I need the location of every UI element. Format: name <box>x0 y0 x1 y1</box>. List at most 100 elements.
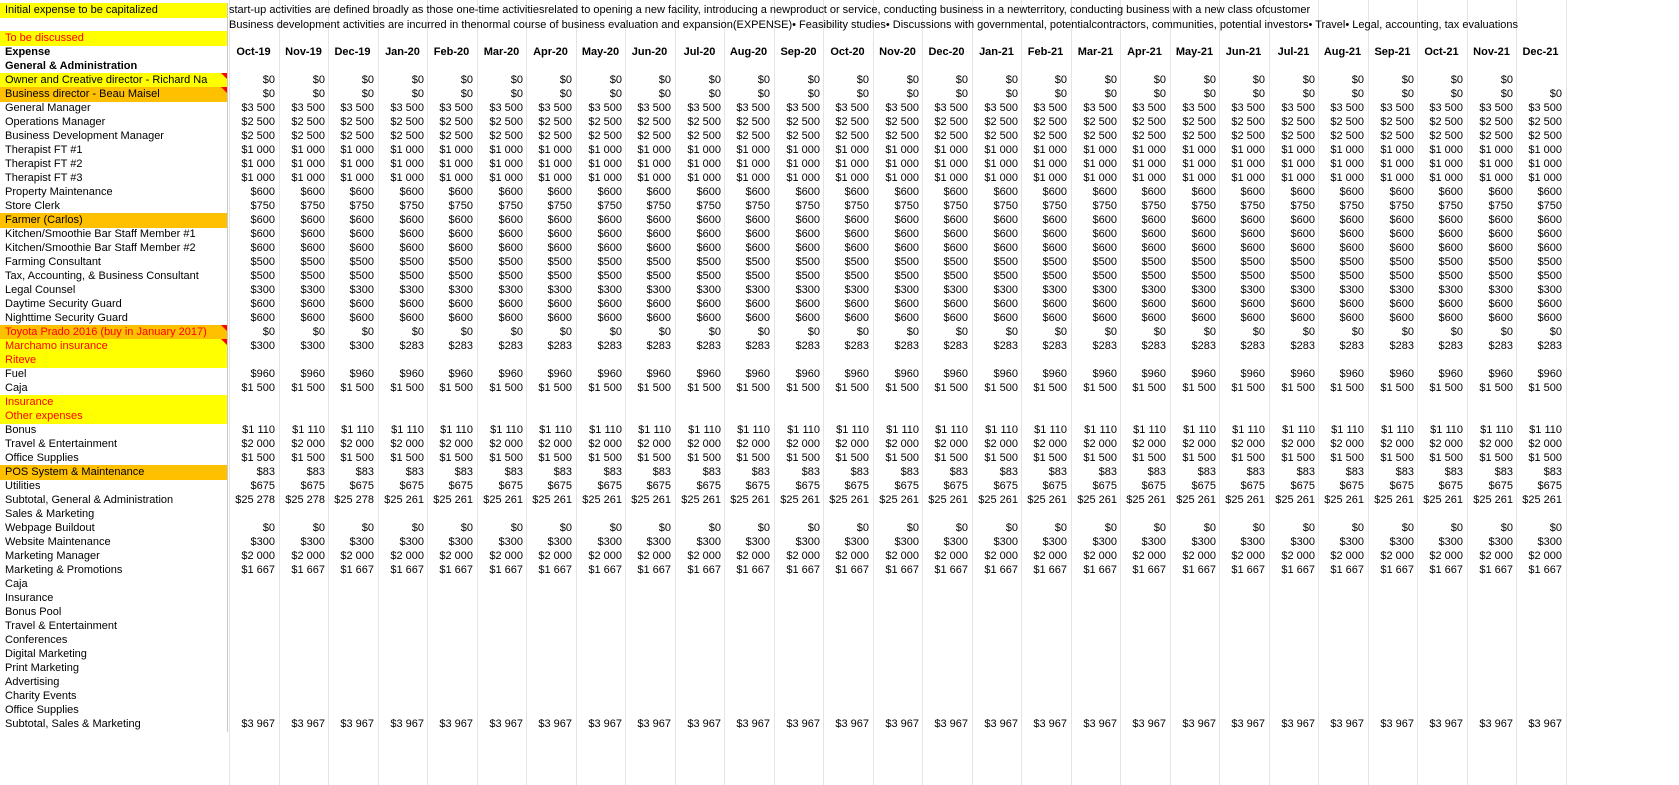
value-cell[interactable]: $750 <box>625 199 674 214</box>
value-cell[interactable]: $300 <box>1467 535 1516 550</box>
value-cell[interactable]: $500 <box>378 255 427 270</box>
value-cell[interactable]: $25 261 <box>1219 493 1268 508</box>
value-cell[interactable]: $960 <box>675 367 724 382</box>
value-cell[interactable]: $600 <box>625 241 674 256</box>
value-cell[interactable]: $500 <box>724 269 773 284</box>
value-cell[interactable]: $1 110 <box>1417 423 1466 438</box>
row-label-bonus-pool[interactable]: Bonus Pool <box>0 605 228 620</box>
value-cell[interactable]: $1 000 <box>922 171 971 186</box>
value-cell[interactable]: $0 <box>378 521 427 536</box>
value-cell[interactable]: $25 261 <box>477 493 526 508</box>
value-cell[interactable]: $0 <box>279 325 328 340</box>
value-cell[interactable]: $500 <box>1170 269 1219 284</box>
value-cell[interactable]: $600 <box>576 297 625 312</box>
value-cell[interactable]: $1 110 <box>675 423 724 438</box>
value-cell[interactable]: $1 000 <box>328 143 377 158</box>
value-cell[interactable]: $1 000 <box>477 143 526 158</box>
value-cell[interactable]: $1 500 <box>328 381 377 396</box>
value-cell[interactable]: $2 500 <box>1120 129 1169 144</box>
value-cell[interactable]: $83 <box>1368 465 1417 480</box>
value-cell[interactable]: $500 <box>576 255 625 270</box>
value-cell[interactable]: $675 <box>625 479 674 494</box>
value-cell[interactable]: $2 000 <box>823 437 872 452</box>
value-cell[interactable]: $0 <box>774 73 823 88</box>
value-cell[interactable]: $3 967 <box>972 717 1021 732</box>
value-cell[interactable]: $0 <box>625 325 674 340</box>
value-cell[interactable]: $3 967 <box>873 717 922 732</box>
value-cell[interactable]: $600 <box>378 185 427 200</box>
value-cell[interactable]: $300 <box>625 535 674 550</box>
value-cell[interactable]: $1 500 <box>1219 451 1268 466</box>
month-header[interactable]: Jun-21 <box>1219 45 1268 60</box>
value-cell[interactable]: $960 <box>1120 367 1169 382</box>
value-cell[interactable]: $1 110 <box>774 423 823 438</box>
value-cell[interactable]: $1 000 <box>774 171 823 186</box>
value-cell[interactable]: $0 <box>1021 521 1070 536</box>
month-header[interactable]: Jul-21 <box>1269 45 1318 60</box>
value-cell[interactable]: $600 <box>1021 241 1070 256</box>
value-cell[interactable]: $3 967 <box>1071 717 1120 732</box>
value-cell[interactable]: $83 <box>1120 465 1169 480</box>
value-cell[interactable]: $0 <box>427 73 476 88</box>
value-cell[interactable]: $600 <box>823 213 872 228</box>
value-cell[interactable]: $0 <box>378 73 427 88</box>
month-header[interactable]: Jan-20 <box>378 45 427 60</box>
value-cell[interactable]: $600 <box>625 185 674 200</box>
value-cell[interactable]: $675 <box>477 479 526 494</box>
value-cell[interactable]: $1 667 <box>972 563 1021 578</box>
value-cell[interactable]: $600 <box>972 241 1021 256</box>
value-cell[interactable]: $0 <box>229 325 278 340</box>
value-cell[interactable]: $0 <box>526 521 575 536</box>
value-cell[interactable]: $2 500 <box>972 129 1021 144</box>
value-cell[interactable]: $283 <box>1318 339 1367 354</box>
value-cell[interactable]: $500 <box>1120 255 1169 270</box>
value-cell[interactable]: $600 <box>1071 311 1120 326</box>
value-cell[interactable]: $300 <box>1071 535 1120 550</box>
value-cell[interactable]: $2 500 <box>1417 115 1466 130</box>
value-cell[interactable]: $1 110 <box>873 423 922 438</box>
value-cell[interactable]: $1 000 <box>1368 143 1417 158</box>
value-cell[interactable]: $1 110 <box>477 423 526 438</box>
value-cell[interactable]: $2 500 <box>1021 115 1070 130</box>
value-cell[interactable]: $675 <box>922 479 971 494</box>
row-label-print-marketing[interactable]: Print Marketing <box>0 661 228 676</box>
value-cell[interactable]: $600 <box>427 227 476 242</box>
value-cell[interactable]: $675 <box>1318 479 1367 494</box>
value-cell[interactable]: $3 500 <box>972 101 1021 116</box>
value-cell[interactable]: $25 261 <box>675 493 724 508</box>
value-cell[interactable]: $600 <box>1467 297 1516 312</box>
value-cell[interactable]: $1 110 <box>279 423 328 438</box>
value-cell[interactable]: $25 261 <box>774 493 823 508</box>
value-cell[interactable]: $1 110 <box>427 423 476 438</box>
value-cell[interactable]: $300 <box>1071 283 1120 298</box>
value-cell[interactable]: $1 500 <box>1071 381 1120 396</box>
value-cell[interactable]: $1 110 <box>922 423 971 438</box>
value-cell[interactable]: $600 <box>328 213 377 228</box>
value-cell[interactable]: $300 <box>1219 283 1268 298</box>
value-cell[interactable]: $300 <box>1219 535 1268 550</box>
value-cell[interactable]: $1 000 <box>724 143 773 158</box>
value-cell[interactable]: $1 000 <box>675 171 724 186</box>
row-label-marketing-manager[interactable]: Marketing Manager <box>0 549 228 564</box>
value-cell[interactable]: $3 967 <box>1467 717 1516 732</box>
value-cell[interactable]: $1 000 <box>1219 171 1268 186</box>
value-cell[interactable]: $83 <box>972 465 1021 480</box>
value-cell[interactable]: $25 261 <box>1021 493 1070 508</box>
value-cell[interactable]: $600 <box>724 311 773 326</box>
month-header[interactable]: Mar-21 <box>1071 45 1120 60</box>
value-cell[interactable]: $3 500 <box>1417 101 1466 116</box>
value-cell[interactable]: $283 <box>1467 339 1516 354</box>
value-cell[interactable]: $600 <box>1269 185 1318 200</box>
value-cell[interactable]: $1 500 <box>229 381 278 396</box>
month-header[interactable]: Sep-21 <box>1368 45 1417 60</box>
value-cell[interactable]: $2 000 <box>229 549 278 564</box>
value-cell[interactable]: $1 000 <box>1318 143 1367 158</box>
value-cell[interactable]: $1 000 <box>972 143 1021 158</box>
value-cell[interactable]: $1 667 <box>1467 563 1516 578</box>
value-cell[interactable]: $960 <box>724 367 773 382</box>
value-cell[interactable]: $960 <box>1417 367 1466 382</box>
value-cell[interactable]: $300 <box>1417 283 1466 298</box>
value-cell[interactable]: $600 <box>1219 311 1268 326</box>
value-cell[interactable]: $600 <box>1021 227 1070 242</box>
value-cell[interactable]: $2 000 <box>279 437 328 452</box>
